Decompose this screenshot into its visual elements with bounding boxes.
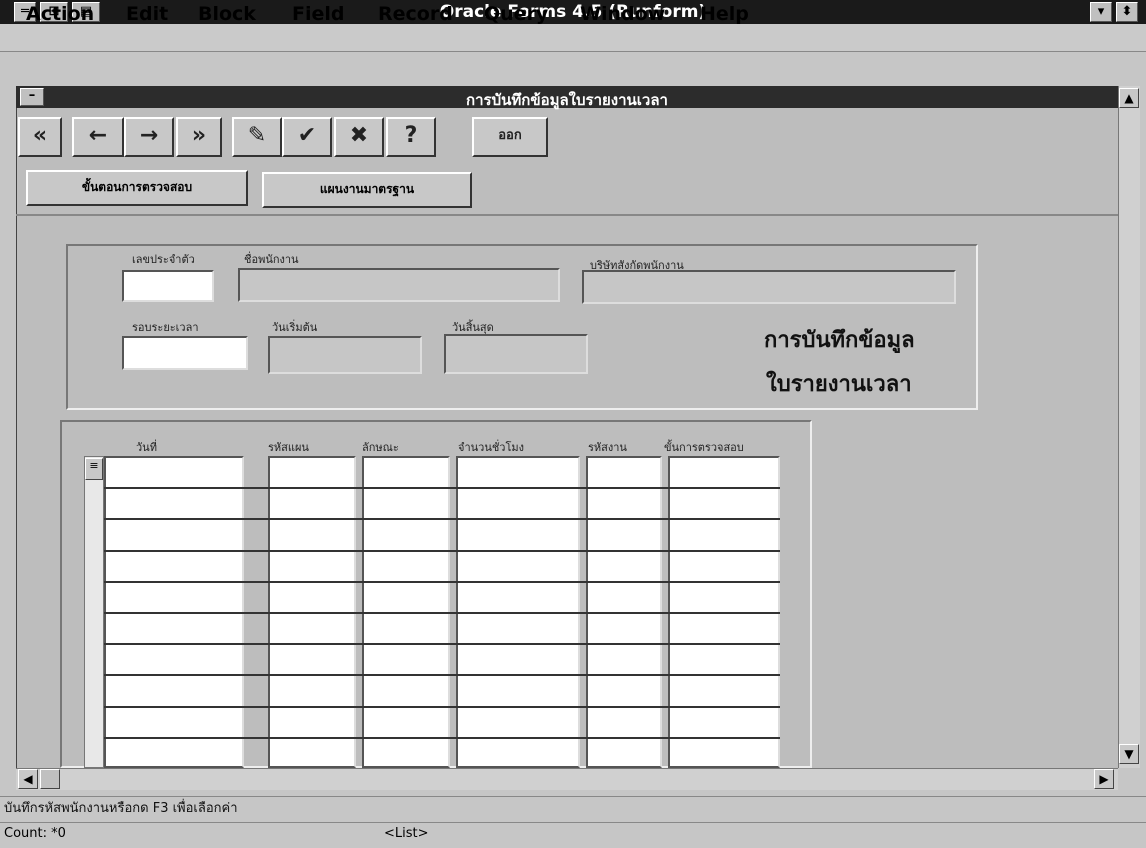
col-job-header: รหัสงาน (588, 441, 627, 454)
list-indicator: <List> (384, 826, 429, 841)
cancel-icon[interactable]: ✖ (334, 117, 384, 157)
toolbar-divider (16, 214, 1118, 216)
accept-icon[interactable]: ✔ (282, 117, 332, 157)
scroll-up-icon[interactable]: ▲ (1119, 88, 1139, 108)
first-record-icon[interactable]: « (18, 117, 62, 157)
menu-block[interactable]: Block (198, 3, 256, 25)
period-label: รอบระยะเวลา (132, 321, 199, 334)
minimize-icon[interactable]: ▾ (1090, 2, 1112, 22)
edit-icon[interactable]: ✎ (232, 117, 282, 157)
horizontal-scrollbar[interactable] (16, 768, 1118, 790)
scroll-thumb[interactable] (40, 769, 60, 789)
company-field[interactable] (582, 270, 956, 304)
standard-plan-button[interactable]: แผนงานมาตรฐาน (262, 172, 472, 208)
employee-id-field[interactable] (122, 270, 214, 302)
current-record-marker[interactable]: ≡ (85, 458, 103, 480)
form-heading-line1: การบันทึกข้อมูล (764, 328, 915, 353)
grid-row-separator (104, 487, 780, 490)
menu-help[interactable]: Help (700, 3, 749, 25)
form-system-menu-icon[interactable]: – (20, 88, 44, 106)
last-record-icon[interactable]: » (176, 117, 222, 157)
scroll-down-icon[interactable]: ▼ (1119, 744, 1139, 764)
menu-action[interactable]: Action (26, 3, 94, 25)
menu-query[interactable]: Query (484, 3, 548, 25)
grid-row-separator (104, 705, 780, 708)
menu-record[interactable]: Record (378, 3, 453, 25)
restore-icon[interactable]: ⬍ (1116, 2, 1138, 22)
col-type-header: ลักษณะ (362, 441, 399, 454)
review-steps-button[interactable]: ขั้นตอนการตรวจสอบ (26, 170, 248, 206)
col-plan-header: รหัสแผน (268, 441, 309, 454)
col-date-header: วันที่ (136, 441, 157, 454)
period-field[interactable] (122, 336, 248, 370)
col-hours-header: จำนวนชั่วโมง (458, 441, 525, 454)
exit-button[interactable]: ออก (472, 117, 548, 157)
menu-field[interactable]: Field (292, 3, 345, 25)
scroll-right-icon[interactable]: ▶ (1094, 769, 1114, 789)
start-date-field[interactable] (268, 336, 422, 374)
status-message: บันทึกรหัสพนักงานหรือกด F3 เพื่อเลือกค่า (0, 796, 1146, 820)
menu-window[interactable]: Window (580, 3, 665, 25)
employee-name-field[interactable] (238, 268, 560, 302)
next-icon[interactable]: → (124, 117, 174, 157)
previous-icon[interactable]: ← (72, 117, 124, 157)
grid-row-separator (104, 549, 780, 552)
name-label: ชื่อพนักงาน (244, 253, 299, 266)
record-indicator-column (84, 456, 104, 768)
grid-row-separator (104, 736, 780, 739)
grid-row-separator (104, 674, 780, 677)
id-label: เลขประจำตัว (132, 253, 195, 266)
help-icon[interactable]: ? (386, 117, 436, 157)
menu-edit[interactable]: Edit (126, 3, 168, 25)
form-heading-line2: ใบรายงานเวลา (766, 372, 912, 397)
vertical-scrollbar[interactable] (1118, 86, 1140, 768)
status-bar (0, 822, 1146, 846)
grid-row-separator (104, 612, 780, 614)
start-date-label: วันเริ่มต้น (272, 321, 318, 334)
grid-row-separator (104, 643, 780, 646)
col-check-header: ขั้นการตรวจสอบ (664, 441, 744, 454)
end-date-field[interactable] (444, 334, 588, 374)
grid-row-separator (104, 518, 780, 521)
menu-bar (0, 24, 1146, 52)
record-count: Count: *0 (4, 826, 66, 841)
grid-row-separator (104, 580, 780, 583)
window-title: Oracle Forms 4.5 (Runform) (439, 2, 707, 22)
scroll-left-icon[interactable]: ◀ (18, 769, 38, 789)
form-title: การบันทึกข้อมูลใบรายงานเวลา (466, 91, 668, 109)
